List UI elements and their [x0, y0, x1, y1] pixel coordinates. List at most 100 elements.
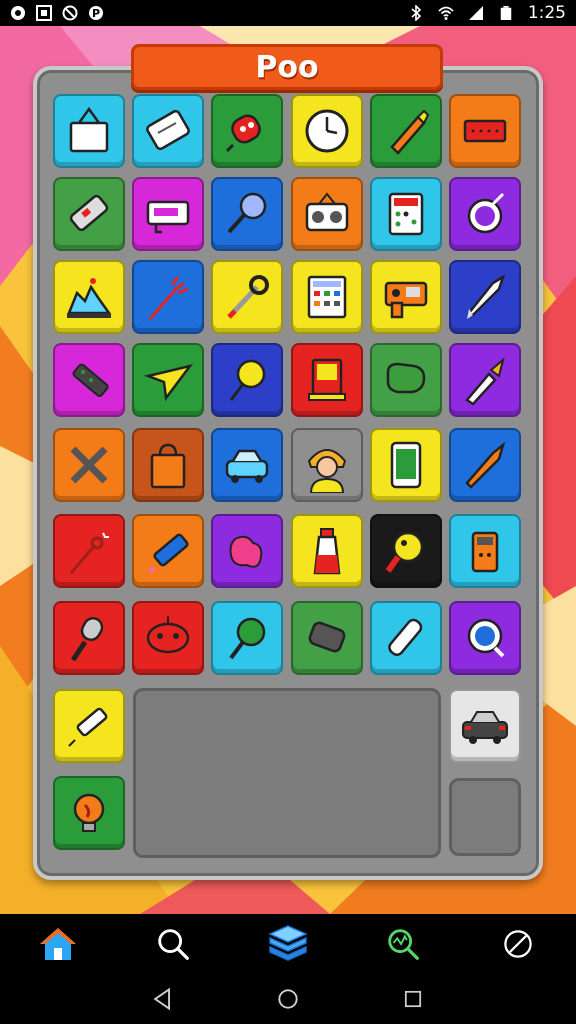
- tile-brick[interactable]: [449, 94, 521, 168]
- tile-red-gadget[interactable]: [211, 94, 283, 168]
- stop-icon: [36, 5, 52, 21]
- p-icon: P: [88, 5, 104, 21]
- tile-green-glove[interactable]: [370, 343, 442, 417]
- tile-lollipop[interactable]: [211, 601, 283, 675]
- blocked-icon: [62, 5, 78, 21]
- fork-tool-icon: [148, 276, 189, 320]
- tile-girl[interactable]: [291, 428, 363, 502]
- tile-crystal[interactable]: [53, 260, 125, 334]
- tile-cross[interactable]: [53, 428, 125, 502]
- brick-icon: [463, 119, 507, 143]
- home-circle-icon[interactable]: [266, 977, 310, 1021]
- blob-icon: [229, 535, 263, 568]
- search-ring-icon: [467, 618, 505, 658]
- tile-syringe[interactable]: [53, 689, 125, 763]
- tote-bag-icon: [69, 106, 109, 153]
- tile-chalk[interactable]: [370, 601, 442, 675]
- planet-icon: [467, 192, 505, 234]
- back-icon[interactable]: [141, 977, 185, 1021]
- tile-planet[interactable]: [449, 177, 521, 251]
- tile-calculator[interactable]: [370, 177, 442, 251]
- green-glove-icon: [386, 362, 426, 394]
- tile-cotton-swab[interactable]: [211, 343, 283, 417]
- rocket-orange-icon: [465, 441, 506, 489]
- tile-marker[interactable]: [132, 514, 204, 588]
- tile-search-ring[interactable]: [449, 601, 521, 675]
- tile-pencil[interactable]: [370, 94, 442, 168]
- signal-icon: [468, 5, 484, 21]
- tile-flashlight[interactable]: [370, 514, 442, 588]
- wifi-icon: [438, 5, 454, 21]
- flashlight-icon: [385, 531, 424, 573]
- cross-icon: [70, 446, 108, 484]
- smartphone-icon: [390, 441, 422, 489]
- tile-microphone[interactable]: [53, 601, 125, 675]
- tile-bulb[interactable]: [53, 776, 125, 850]
- lollipop-icon: [229, 617, 266, 660]
- wand-icon: [69, 532, 109, 574]
- tile-magnifier-tool[interactable]: [211, 177, 283, 251]
- tile-fork-tool[interactable]: [132, 260, 204, 334]
- girl-icon: [307, 449, 347, 493]
- tile-car[interactable]: [449, 689, 521, 763]
- blocked-icon[interactable]: [496, 922, 540, 966]
- label-maker-icon: [146, 200, 190, 234]
- tile-wand[interactable]: [53, 514, 125, 588]
- ruler-pack-icon: [146, 109, 190, 151]
- tile-rocket[interactable]: [449, 260, 521, 334]
- tile-keypad[interactable]: [291, 260, 363, 334]
- tile-shopping-bag[interactable]: [132, 428, 204, 502]
- recents-icon[interactable]: [391, 977, 435, 1021]
- cannon-icon: [308, 621, 346, 653]
- tile-radio[interactable]: [291, 177, 363, 251]
- status-time: 1:25: [527, 3, 566, 23]
- crystal-icon: [67, 278, 112, 318]
- tile-blob[interactable]: [211, 514, 283, 588]
- marker-icon: [148, 533, 189, 573]
- tile-remote[interactable]: [53, 343, 125, 417]
- tile-wrench[interactable]: [211, 260, 283, 334]
- wrench-icon: [227, 275, 269, 319]
- system-nav: [0, 974, 576, 1024]
- status-bar: P 1:25: [0, 0, 576, 26]
- layers-icon[interactable]: [266, 922, 310, 966]
- camera-gun-icon: [384, 281, 428, 319]
- home-icon[interactable]: [36, 922, 80, 966]
- chalk-icon: [388, 618, 423, 656]
- calculator-icon: [388, 192, 424, 236]
- tile-cannon[interactable]: [291, 601, 363, 675]
- tile-smartphone[interactable]: [370, 428, 442, 502]
- tile-torch[interactable]: [449, 343, 521, 417]
- bottom-nav: [0, 914, 576, 974]
- shopping-bag-icon: [150, 443, 186, 489]
- analytics-search-icon[interactable]: [381, 922, 425, 966]
- tile-tote-bag[interactable]: [53, 94, 125, 168]
- phone-device-icon: [69, 194, 109, 232]
- magnifier-tool-icon: [227, 192, 267, 234]
- empty-slot[interactable]: [449, 778, 521, 856]
- tile-rocket-orange[interactable]: [449, 428, 521, 502]
- pencil-icon: [390, 109, 430, 155]
- tile-bottle[interactable]: [291, 514, 363, 588]
- tile-phone-device[interactable]: [53, 177, 125, 251]
- tile-ruler-pack[interactable]: [132, 94, 204, 168]
- tile-camera-gun[interactable]: [370, 260, 442, 334]
- creature-icon: [146, 616, 190, 654]
- remote-icon: [72, 363, 109, 397]
- car-blue-icon: [225, 449, 269, 483]
- torch-icon: [465, 357, 505, 406]
- walkie-icon: [471, 531, 499, 573]
- tile-paper-plane[interactable]: [132, 343, 204, 417]
- tile-arcade[interactable]: [291, 343, 363, 417]
- arcade-icon: [308, 358, 346, 401]
- empty-drop-area[interactable]: [133, 688, 441, 858]
- tile-walkie[interactable]: [449, 514, 521, 588]
- search-icon[interactable]: [151, 922, 195, 966]
- tile-creature[interactable]: [132, 601, 204, 675]
- cotton-swab-icon: [229, 359, 266, 401]
- tile-label-maker[interactable]: [132, 177, 204, 251]
- tile-car-blue[interactable]: [211, 428, 283, 502]
- svg-text:P: P: [92, 7, 100, 20]
- tile-clock[interactable]: [291, 94, 363, 168]
- battery-icon: [498, 5, 514, 21]
